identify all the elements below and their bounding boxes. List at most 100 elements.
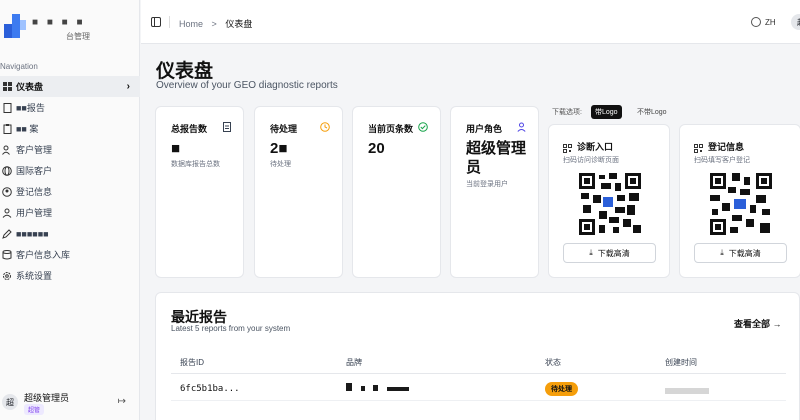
stat-card-sub: 当前登录用户	[466, 181, 508, 188]
with-logo-toggle[interactable]: 带Logo	[591, 105, 622, 119]
doc-icon	[223, 122, 231, 134]
sidebar-item-label: 仪表盘	[16, 82, 44, 92]
breadcrumb-separator: >	[211, 19, 217, 29]
sidebar-item-customers[interactable]: 客户管理	[0, 139, 140, 160]
status-badge: 待处理	[545, 382, 578, 396]
stat-card-title: 待处理	[270, 124, 298, 134]
recent-reports-subtitle: Latest 5 reports from your system	[171, 324, 291, 333]
language-switcher[interactable]: ZH	[751, 17, 776, 27]
table-header: 报告ID 品牌 状态 创建时间	[171, 349, 786, 374]
qr-card-sub: 扫码填写客户登记	[694, 157, 750, 164]
language-code: ZH	[765, 17, 776, 27]
qr-card-title: 登记信息	[708, 142, 745, 152]
file-icon	[2, 102, 12, 113]
stat-card-sub: 数据库报告总数	[171, 161, 220, 168]
user-name: 超级管理员	[24, 393, 70, 403]
avatar[interactable]: 超	[791, 14, 800, 30]
gear-icon	[2, 271, 12, 281]
download-hd-label: 下载高清	[728, 248, 761, 258]
without-logo-toggle[interactable]: 不带Logo	[633, 105, 671, 119]
sidebar-item-label: 客户管理	[16, 145, 53, 155]
stat-card-user-role: 用户角色 超级管理员 当前登录用户	[450, 106, 539, 278]
sidebar-item-users[interactable]: 用户管理	[0, 202, 140, 223]
sidebar-item-label: ■■■■■■	[16, 228, 49, 239]
recent-reports-panel: 最近报告 Latest 5 reports from your system 查…	[155, 292, 800, 420]
column-header-created: 创建时间	[665, 358, 697, 367]
sidebar-item-label: ■■报告	[16, 103, 45, 113]
stat-card-title: 当前页条数	[368, 124, 414, 134]
download-hd-button[interactable]: ⤓ 下载高清	[694, 243, 787, 263]
breadcrumb: Home > 仪表盘	[179, 17, 252, 30]
sidebar-item-dashboard[interactable]: 仪表盘 ›	[0, 76, 140, 97]
logout-icon[interactable]: ↦	[118, 396, 126, 407]
brand-logo	[4, 14, 26, 38]
sidebar-item-settings[interactable]: 系统设置	[0, 265, 140, 286]
sidebar-item-label: 国际客户	[16, 166, 53, 176]
avatar[interactable]: 超	[2, 394, 18, 410]
report-id[interactable]: 6fc5b1ba...	[180, 384, 240, 394]
check-icon	[418, 122, 428, 134]
qr-icon	[694, 140, 703, 153]
globe-icon	[2, 165, 12, 176]
stat-card-value: 20	[368, 140, 385, 157]
user-icon	[2, 208, 12, 218]
sidebar-item-label: 系统设置	[16, 271, 53, 281]
brand-name: ■ ■ ■ ■	[32, 17, 86, 28]
sidebar: ■ ■ ■ ■ 台管理 Navigation 仪表盘 › ■■报告 ■■ 案 客…	[0, 0, 140, 420]
pen-icon	[2, 228, 12, 239]
sidebar-toggle-icon[interactable]	[151, 17, 161, 27]
qr-card-diagnosis: 诊断入口 扫码访问诊断页面 ⤓ 下载高清	[548, 124, 670, 278]
download-hd-label: 下载高清	[597, 248, 630, 258]
stat-card-total-reports: 总报告数 ■ 数据库报告总数	[155, 106, 244, 278]
download-icon: ⤓	[720, 248, 724, 257]
sidebar-item-reports[interactable]: ■■报告	[0, 97, 140, 118]
stat-card-pending: 待处理 2■ 待处理	[254, 106, 343, 278]
topbar-divider	[169, 16, 170, 28]
stat-card-title: 用户角色	[466, 124, 503, 134]
breadcrumb-home[interactable]: Home	[179, 19, 203, 29]
sidebar-nav: 仪表盘 › ■■报告 ■■ 案 客户管理 国际客户 登记信息 用户管理 ■■■■…	[0, 76, 140, 286]
users-icon	[2, 145, 12, 155]
sidebar-item-intl-customers[interactable]: 国际客户	[0, 160, 140, 181]
download-icon: ⤓	[589, 248, 593, 257]
database-icon	[2, 249, 12, 260]
sidebar-item-label: 登记信息	[16, 187, 53, 197]
view-all-link[interactable]: 查看全部 →	[734, 317, 782, 330]
download-options-label: 下载选项:	[552, 109, 582, 116]
user-role-badge: 超管	[24, 404, 45, 415]
current-user: 超 超级管理员 超管 ↦	[0, 386, 140, 420]
sidebar-item-label: ■■ 案	[16, 124, 39, 134]
sidebar-item-cases[interactable]: ■■ 案	[0, 118, 140, 139]
stat-card-value: 超级管理员	[466, 140, 527, 176]
id-icon	[2, 186, 12, 197]
sidebar-item-registration[interactable]: 登记信息	[0, 181, 140, 202]
nav-section-title: Navigation	[0, 62, 38, 71]
download-hd-button[interactable]: ⤓ 下载高清	[563, 243, 656, 263]
stat-card-sub: 待处理	[270, 161, 291, 168]
column-header-brand: 品牌	[346, 358, 362, 367]
sidebar-item-customer-import[interactable]: 客户信息入库	[0, 244, 140, 265]
stat-card-value: ■	[171, 140, 181, 157]
brand-redacted	[346, 383, 409, 393]
grid-icon	[2, 82, 12, 92]
created-time-redacted	[665, 386, 709, 396]
table-row[interactable]: 6fc5b1ba... 待处理	[171, 375, 786, 401]
brand-sub: 台管理	[66, 32, 90, 41]
person-icon	[517, 122, 526, 134]
breadcrumb-current: 仪表盘	[225, 19, 253, 29]
qr-card-registration: 登记信息 扫码填写客户登记 ⤓ 下载高清	[679, 124, 800, 278]
topbar: Home > 仪表盘 ZH 超	[141, 0, 800, 44]
qr-card-title: 诊断入口	[577, 142, 614, 152]
page-subtitle: Overview of your GEO diagnostic reports	[156, 80, 338, 91]
globe-icon	[751, 17, 761, 27]
column-header-status: 状态	[545, 358, 561, 367]
sidebar-item-edit[interactable]: ■■■■■■	[0, 223, 140, 244]
clock-icon	[320, 122, 330, 134]
page-title: 仪表盘	[156, 61, 214, 82]
column-header-report-id: 报告ID	[180, 358, 204, 367]
qr-code-image	[710, 173, 772, 235]
stat-card-page-count: 当前页条数 20	[352, 106, 441, 278]
sidebar-item-label: 用户管理	[16, 208, 53, 218]
stat-card-title: 总报告数	[171, 124, 208, 134]
sidebar-item-label: 客户信息入库	[16, 250, 71, 260]
